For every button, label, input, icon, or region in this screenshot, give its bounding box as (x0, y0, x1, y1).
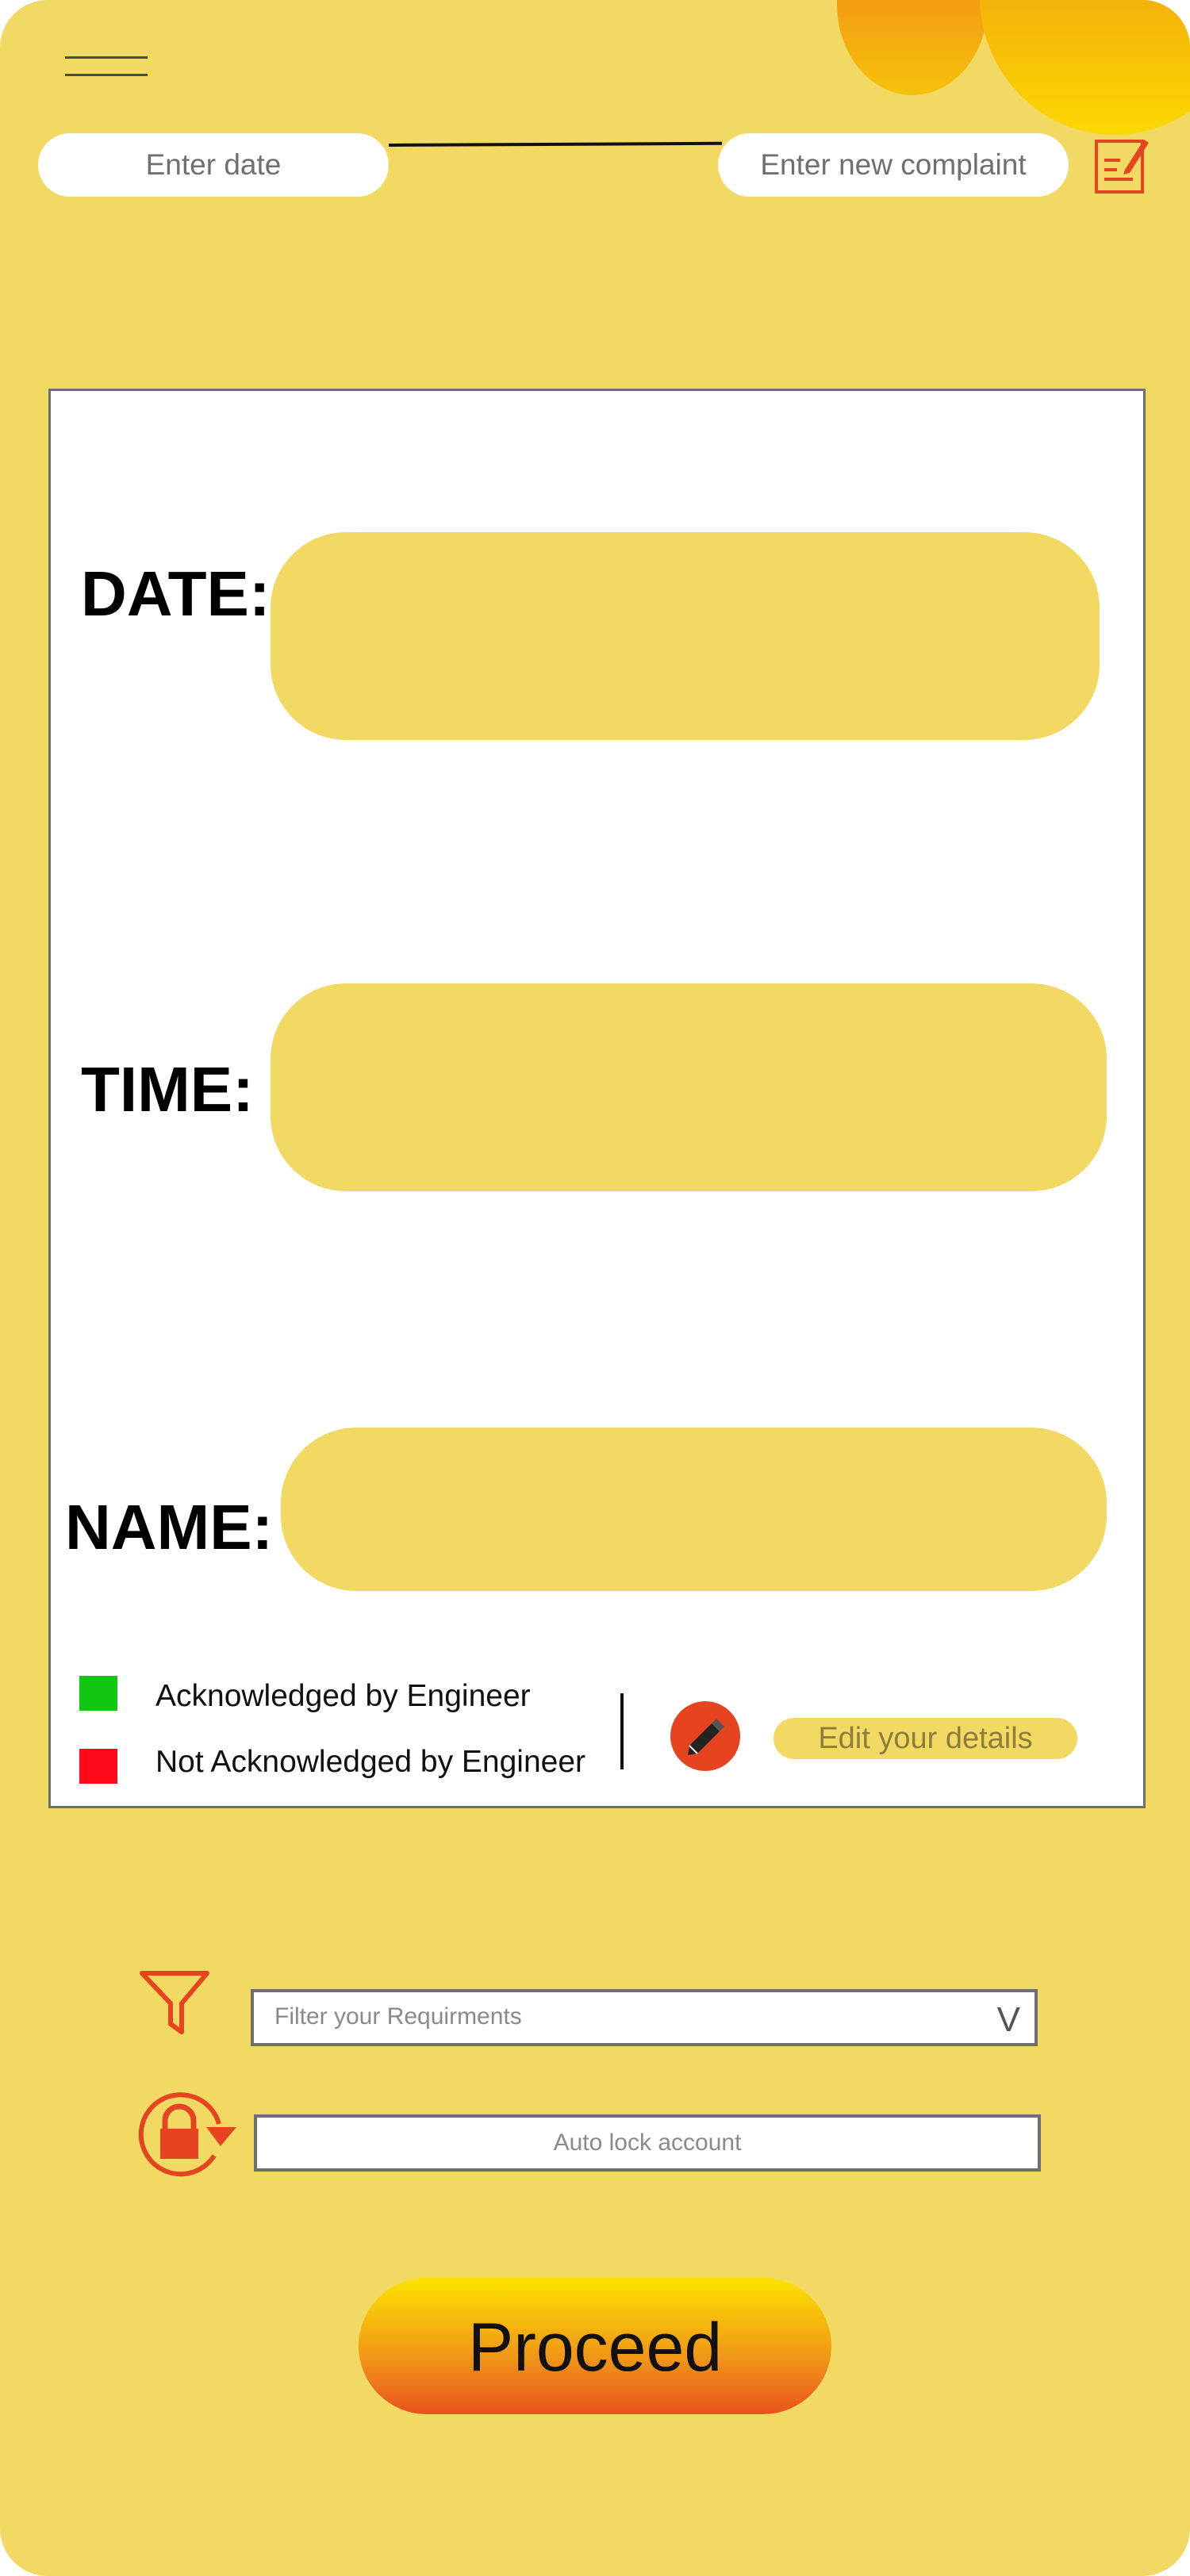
note-edit-icon[interactable] (1093, 133, 1149, 197)
pencil-icon[interactable] (670, 1701, 740, 1771)
not-acknowledged-swatch (79, 1749, 117, 1784)
legend-divider (620, 1693, 624, 1769)
decorative-circle-large (980, 0, 1190, 135)
proceed-button[interactable]: Proceed (359, 2278, 831, 2414)
header-connector-line (388, 141, 723, 147)
date-field[interactable] (271, 532, 1100, 740)
chevron-down-icon: V (996, 2000, 1020, 2039)
acknowledged-swatch (79, 1676, 117, 1711)
new-complaint-input[interactable] (718, 133, 1069, 197)
name-label: NAME: (65, 1492, 274, 1562)
hamburger-menu-icon[interactable] (65, 54, 148, 82)
decorative-circle-small (837, 0, 988, 95)
time-field[interactable] (271, 983, 1107, 1191)
time-label: TIME: (81, 1054, 254, 1125)
app-screen: DATE: TIME: NAME: Acknowledged by Engine… (0, 0, 1190, 2576)
edit-details-button[interactable]: Edit your details (774, 1718, 1077, 1759)
date-search-input[interactable] (38, 133, 389, 197)
funnel-icon (139, 1968, 210, 2038)
complaint-form-card: DATE: TIME: NAME: (48, 389, 1146, 1808)
name-field[interactable] (281, 1428, 1107, 1591)
filter-placeholder: Filter your Requirments (274, 2003, 522, 2030)
not-acknowledged-legend-label: Not Acknowledged by Engineer (155, 1745, 586, 1779)
acknowledged-legend-label: Acknowledged by Engineer (155, 1679, 531, 1713)
lock-refresh-icon (136, 2091, 240, 2178)
date-label: DATE: (81, 558, 271, 629)
filter-requirements-select[interactable]: Filter your Requirments V (251, 1989, 1038, 2046)
auto-lock-account-button[interactable]: Auto lock account (254, 2114, 1041, 2172)
